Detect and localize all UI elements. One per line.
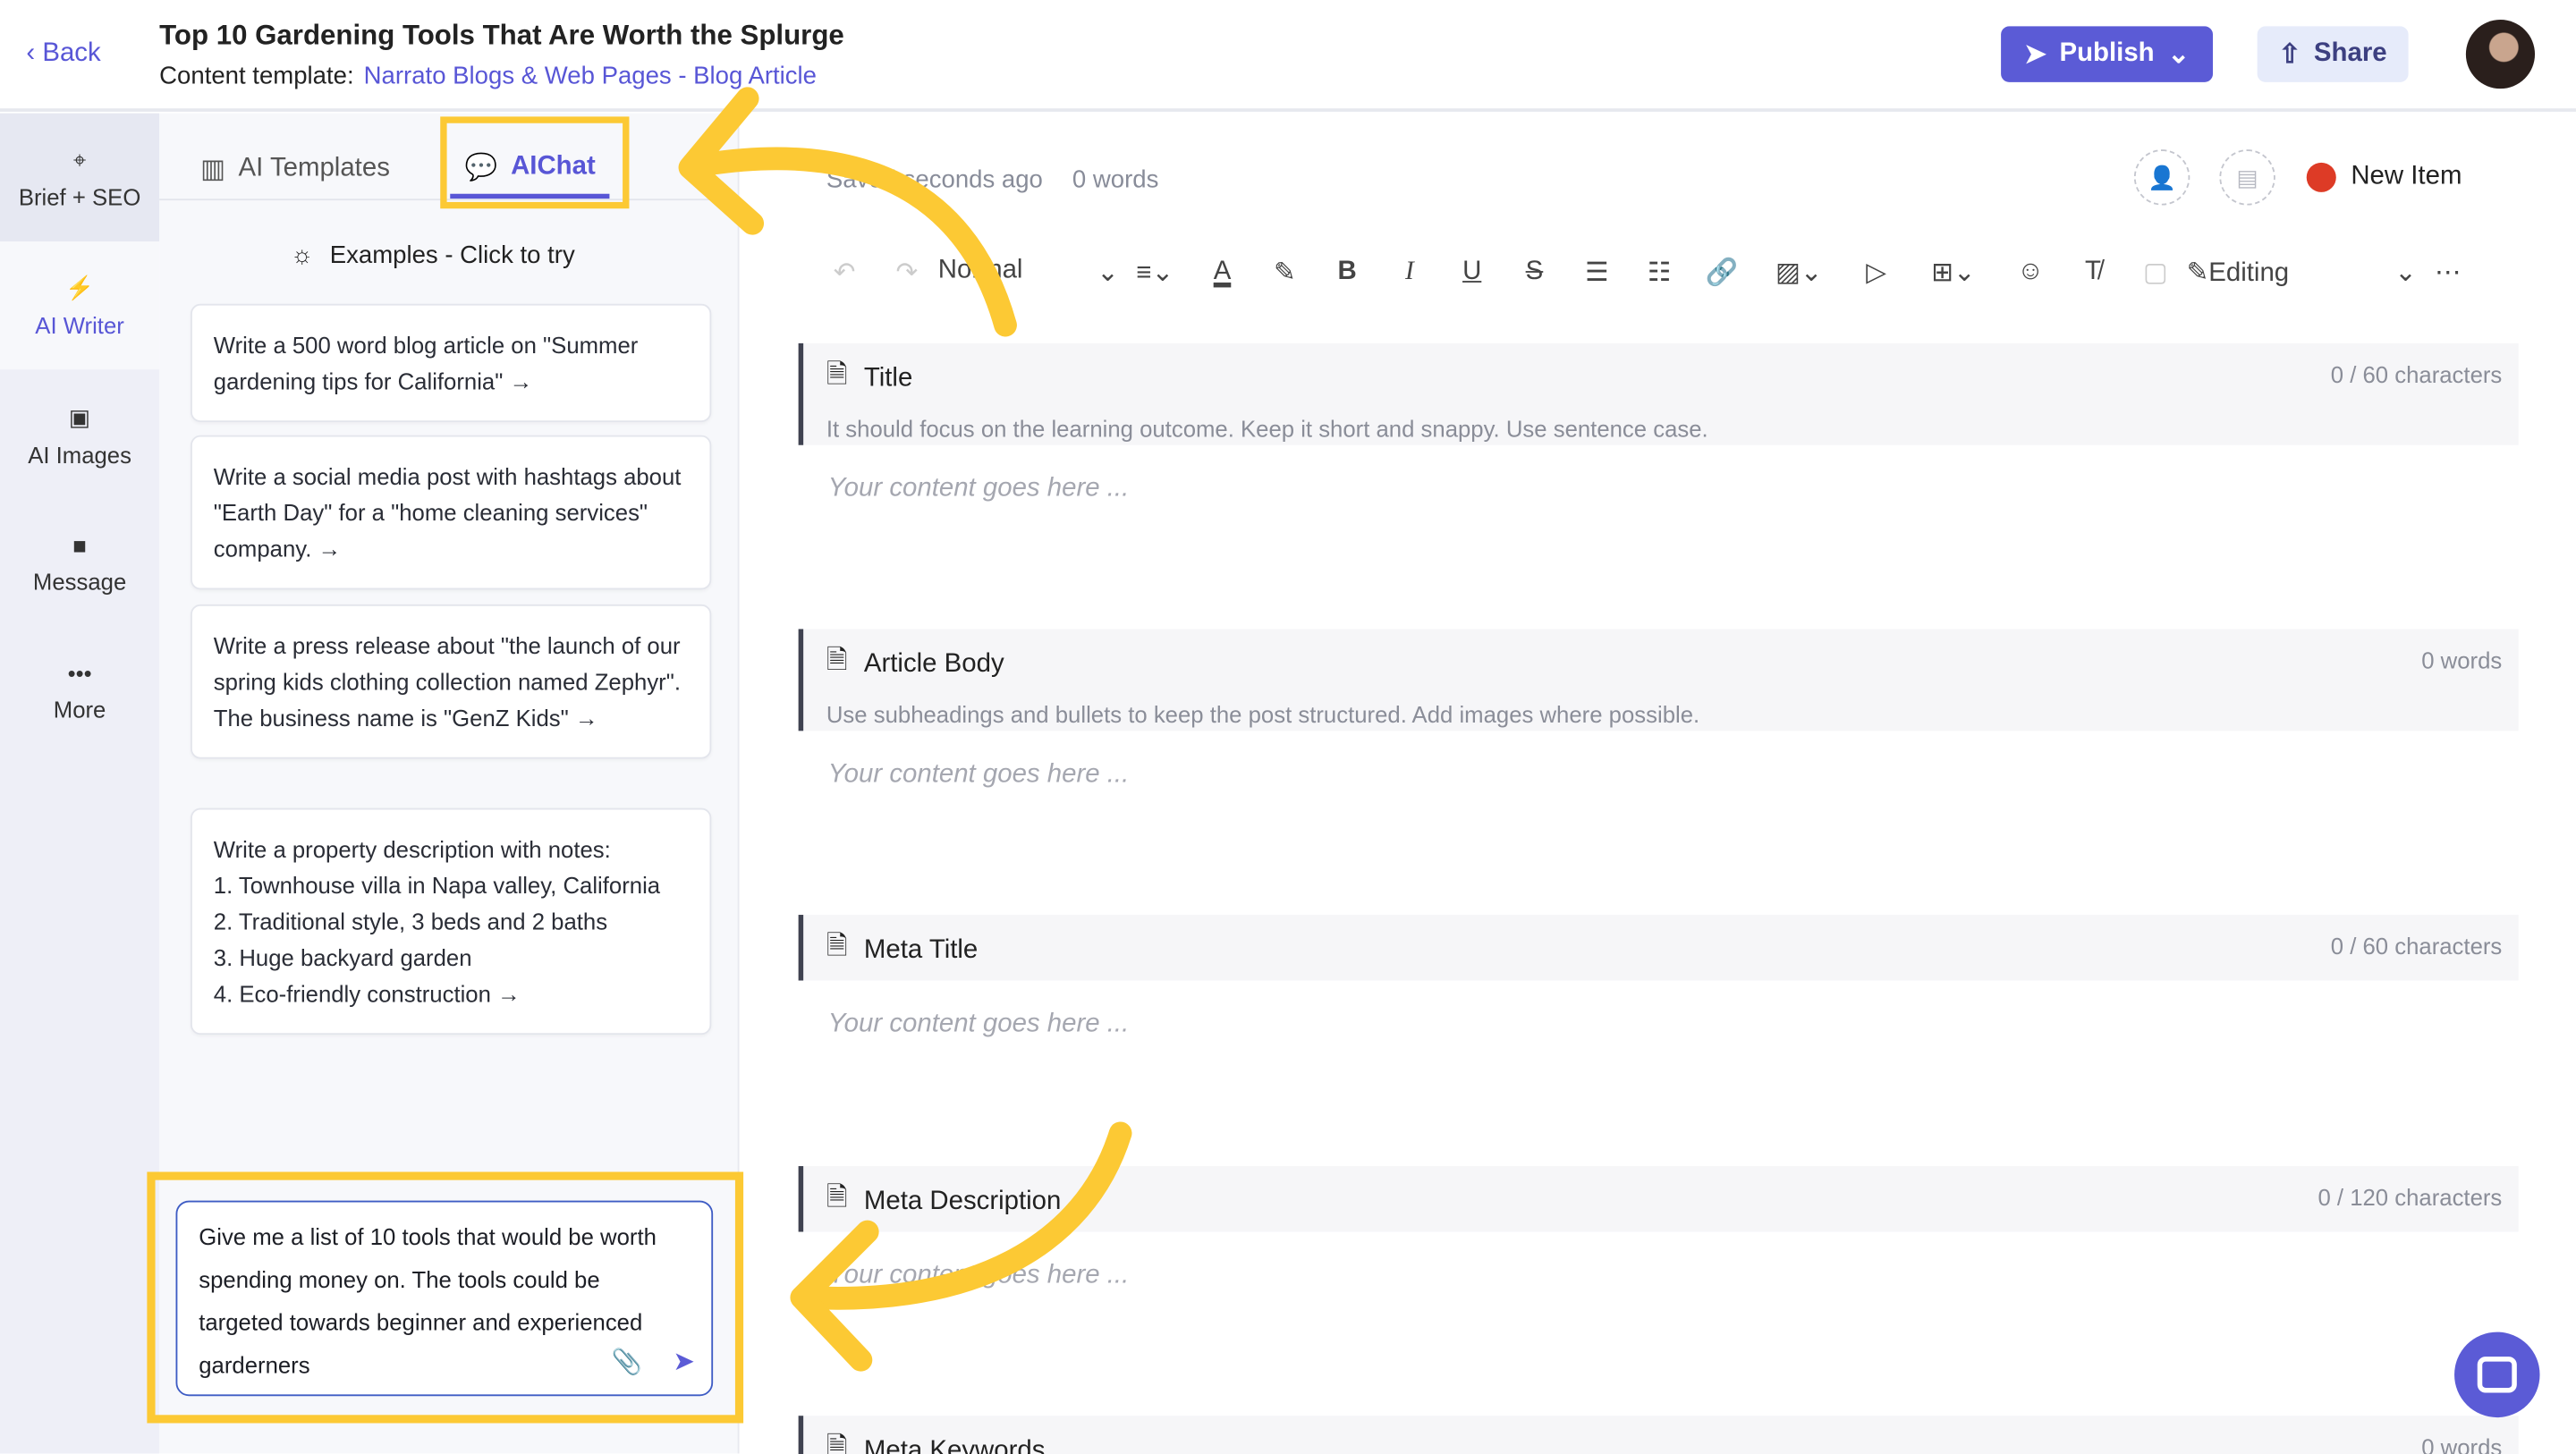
article-body-field[interactable]: Your content goes here ... [828,760,1130,790]
undo-icon[interactable]: ↶ [813,257,876,290]
section-meta-title: 🗎 Meta Title 0 / 60 characters [798,915,2519,981]
send-icon: ➤ [2024,40,2046,70]
comment-icon[interactable]: ▢ [2124,257,2187,290]
upload-icon: ⇧ [2278,40,2301,70]
calendar-icon[interactable]: ▤ [2219,149,2275,206]
section-meta-description: 🗎 Meta Description 0 / 120 characters [798,1166,2519,1232]
save-status: Saved seconds ago 0 words [826,165,1159,194]
add-user-icon[interactable]: 👤 [2133,149,2190,206]
rail-item-ai-writer[interactable]: ⚡ AI Writer [0,241,160,370]
content-template: Content template: Narrato Blogs & Web Pag… [159,62,818,91]
left-rail: ⌖ Brief + SEO ⚡ AI Writer ▣ AI Images ■ Mess… [0,113,160,1454]
numbered-list-icon[interactable]: ☷ [1628,257,1690,290]
document-title: Top 10 Gardening Tools That Are Worth th… [159,20,844,51]
document-icon: 🗎 [826,647,848,675]
document-icon: 🗎 [826,1184,848,1213]
chevron-down-icon: ⌄ [2167,40,2190,70]
bold-icon[interactable]: B [1316,258,1378,287]
image-icon: ▣ [68,402,91,430]
emoji-icon[interactable]: ☺ [1999,258,2062,287]
underline-icon[interactable]: U [1441,258,1504,287]
examples-header: ☼ Examples - Click to try [291,241,575,270]
tab-ai-templates[interactable]: ▥ AI Templates [200,139,390,199]
attach-icon[interactable]: 📎 [612,1342,642,1385]
clear-format-icon[interactable]: T̸ [2062,258,2124,287]
sun-icon: ☼ [291,241,314,270]
image-icon[interactable]: ▨⌄ [1753,257,1845,290]
top-header: ‹ Back Top 10 Gardening Tools That Are W… [0,0,2576,112]
chevron-down-icon: ⌄ [1097,259,1119,288]
section-article-body: 🗎 Article Body 0 words Use subheadings and … [798,629,2519,731]
video-icon[interactable]: ▷ [1845,257,1908,290]
example-card[interactable]: Write a press release about "the launch … [191,604,712,759]
chat-bubble-icon [2477,1357,2517,1393]
highlight-icon[interactable]: ✎ [1253,257,1316,290]
section-title: 🗎 Title 0 / 60 characters It should focus o… [798,342,2519,445]
example-card[interactable]: Write a social media post with hashtags … [191,435,712,590]
status-dot [2306,162,2336,192]
rail-item-message[interactable]: ■ Message [0,499,159,627]
mode-select[interactable]: ✎ Editing ⌄ [2187,257,2417,290]
rail-item-ai-images[interactable]: ▣ AI Images [0,371,159,499]
bullet-list-icon[interactable]: ☰ [1565,257,1628,290]
rail-item-more[interactable]: ••• More [0,628,159,756]
redo-icon[interactable]: ↷ [876,257,938,290]
lightning-icon: ⚡ [65,273,95,300]
meta-title-field[interactable]: Your content goes here ... [828,1010,1130,1040]
tab-divider [159,199,740,201]
pencil-icon: ✎ [2186,259,2209,288]
table-icon[interactable]: ⊞⌄ [1907,257,1999,290]
status-badge[interactable]: New Item [2306,162,2462,192]
align-icon[interactable]: ≡⌄ [1119,257,1191,290]
templates-icon: ▥ [200,156,225,184]
example-card[interactable]: Write a property description with notes:… [191,807,712,1036]
more-options-icon[interactable]: ⋯ [2417,257,2479,290]
italic-icon[interactable]: I [1378,258,1441,287]
chat-icon: 💬 [464,153,498,182]
title-field[interactable]: Your content goes here ... [828,475,1130,504]
chevron-left-icon: ‹ [26,39,43,68]
editor: Saved seconds ago 0 words 👤 ▤ New Item ↶ … [741,113,2576,1454]
chat-input[interactable]: Give me a list of 10 tools that would be… [175,1200,714,1397]
chat-support-button[interactable] [2454,1331,2540,1418]
text-color-icon[interactable]: A [1191,258,1254,287]
rail-item-brief-seo[interactable]: ⌖ Brief + SEO [0,113,160,241]
more-icon: ••• [67,660,92,687]
message-icon: ■ [72,532,87,559]
chevron-down-icon: ⌄ [2394,259,2417,288]
ai-panel: ▥ AI Templates 💬 AIChat ☼ Examples - Click … [159,113,740,1454]
section-meta-keywords: 🗎 Meta Keywords 0 words [798,1416,2519,1454]
toolbar: ↶ ↷ Normal ⌄ ≡⌄ A ✎ B I U S ☰ ☷ 🔗 ▨⌄ ▷ ⊞⌄… [813,251,2479,294]
meta-description-field[interactable]: Your content goes here ... [828,1262,1130,1291]
example-card[interactable]: Write a 500 word blog article on "Summer… [191,303,712,423]
publish-button[interactable]: ➤ Publish ⌄ [2001,26,2214,82]
share-button[interactable]: ⇧ Share [2257,26,2409,82]
style-select[interactable]: Normal ⌄ [938,257,1119,290]
back-button[interactable]: ‹ Back [26,39,100,69]
document-icon: 🗎 [826,1433,848,1454]
crosshair-icon: ⌖ [72,145,87,172]
template-link[interactable]: Narrato Blogs & Web Pages - Blog Article [364,63,817,90]
avatar[interactable] [2465,20,2536,89]
send-icon[interactable]: ➤ [673,1342,695,1385]
document-icon: 🗎 [826,933,848,961]
document-icon: 🗎 [826,361,848,390]
link-icon[interactable]: 🔗 [1690,257,1753,290]
tab-aichat[interactable]: 💬 AIChat [450,139,611,199]
strikethrough-icon[interactable]: S [1504,258,1566,287]
